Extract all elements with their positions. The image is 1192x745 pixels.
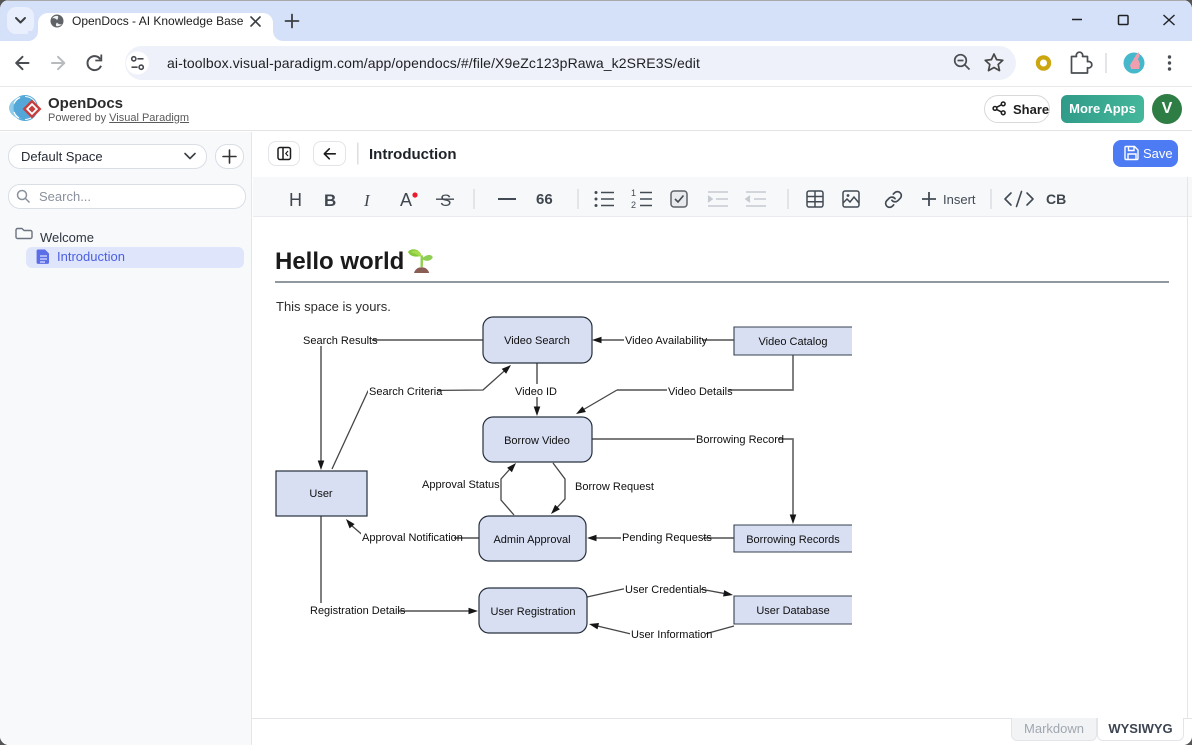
svg-text:CB: CB <box>1046 191 1066 207</box>
svg-text:B: B <box>324 191 336 210</box>
svg-text:Insert: Insert <box>943 192 976 207</box>
svg-text:1: 1 <box>631 188 636 198</box>
svg-text:I: I <box>363 191 371 210</box>
svg-text:66: 66 <box>536 191 553 208</box>
svg-text:H: H <box>289 190 302 210</box>
svg-text:A: A <box>400 190 412 210</box>
svg-text:S: S <box>440 191 451 210</box>
svg-text:2: 2 <box>631 200 636 210</box>
